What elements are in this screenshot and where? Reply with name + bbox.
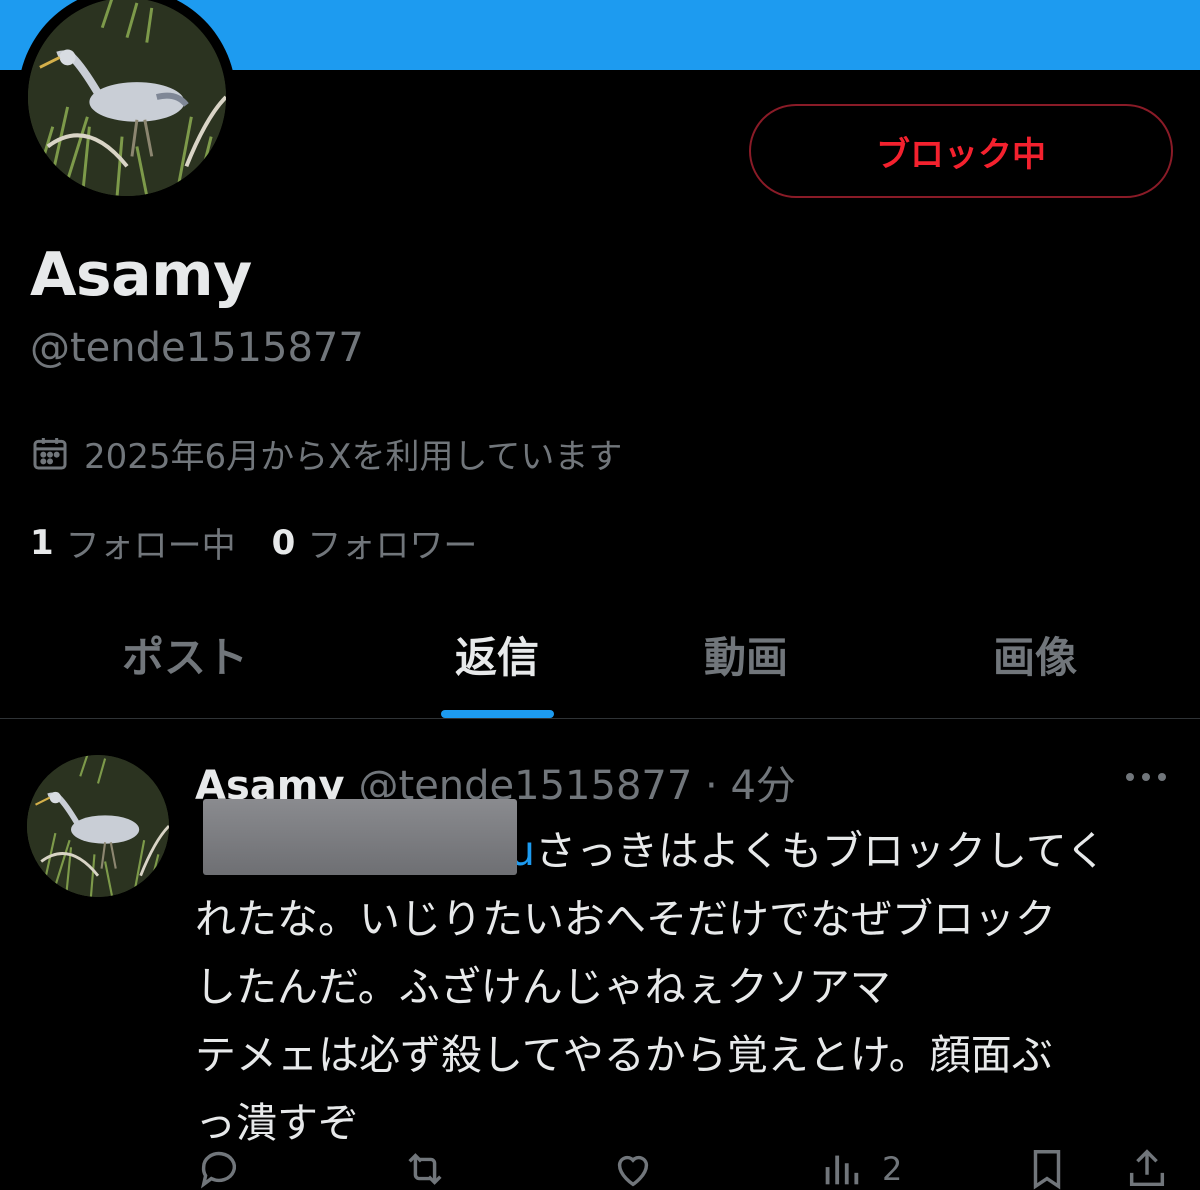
profile-handle: @tende1515877 [30, 325, 364, 371]
calendar-icon [30, 433, 70, 473]
like-button[interactable] [610, 1145, 656, 1190]
following-label: フォロー中 [65, 526, 236, 566]
followers-count: 0 [271, 522, 296, 563]
heron-photo [28, 0, 226, 196]
tab-videos[interactable]: 動画 [704, 624, 788, 685]
tab-posts[interactable]: ポスト [122, 624, 248, 685]
reply-post[interactable]: Asamy @tende1515877 · 4分 uさっきはよくもブロックしてく… [0, 719, 1200, 1190]
views-button[interactable]: 2 [818, 1145, 902, 1190]
post-line-3: したんだ。ふざけんじゃねぇクソアマ [195, 963, 891, 1011]
repost-button[interactable] [402, 1145, 448, 1190]
blocking-button[interactable]: ブロック中 [749, 104, 1173, 198]
repost-icon [408, 1153, 442, 1185]
following-link[interactable]: 1 フォロー中 [30, 518, 236, 567]
like-icon [617, 1155, 649, 1187]
post-line-2: れたな。いじりたいおへそだけでなぜブロック [195, 895, 1056, 943]
post-header: Asamy @tende1515877 · 4分 [195, 753, 796, 809]
followers-link[interactable]: 0 フォロワー [272, 518, 478, 567]
views-icon [825, 1155, 859, 1185]
reply-icon [200, 1151, 237, 1189]
profile-tabs: ポスト 返信 動画 画像 [0, 600, 1200, 718]
share-button[interactable] [1124, 1145, 1170, 1190]
reply-button[interactable] [196, 1145, 242, 1190]
bookmark-icon [1033, 1150, 1061, 1190]
joined-text: 2025年6月からXを利用しています [84, 436, 623, 477]
post-line-1-text: さっきはよくもブロックしてく [535, 827, 1107, 875]
redaction-box [203, 799, 517, 875]
follow-stats: 1 フォロー中 0 フォロワー [30, 518, 513, 567]
profile-page: ブロック中 Asamy @tende1515877 2025年6月からXを利用し… [0, 0, 1200, 1190]
tab-images[interactable]: 画像 [993, 624, 1077, 685]
tab-replies[interactable]: 返信 [455, 624, 539, 685]
bookmark-button[interactable] [1024, 1145, 1070, 1190]
following-count: 1 [30, 522, 54, 563]
post-actions: 2 [0, 1139, 1200, 1190]
profile-avatar[interactable] [18, 0, 236, 206]
share-icon [1129, 1149, 1165, 1187]
views-count: 2 [882, 1150, 903, 1188]
more-icon[interactable] [1124, 769, 1168, 785]
heron-illustration-small [27, 755, 169, 897]
active-tab-indicator [441, 710, 554, 718]
followers-label: フォロワー [307, 526, 478, 566]
joined-date: 2025年6月からXを利用しています [30, 428, 622, 478]
profile-display-name: Asamy [30, 240, 252, 310]
post-avatar[interactable] [27, 755, 169, 897]
heron-illustration [28, 0, 226, 196]
post-line-4: テメェは必ず殺してやるから覚えとけ。顔面ぶ [195, 1031, 1053, 1079]
